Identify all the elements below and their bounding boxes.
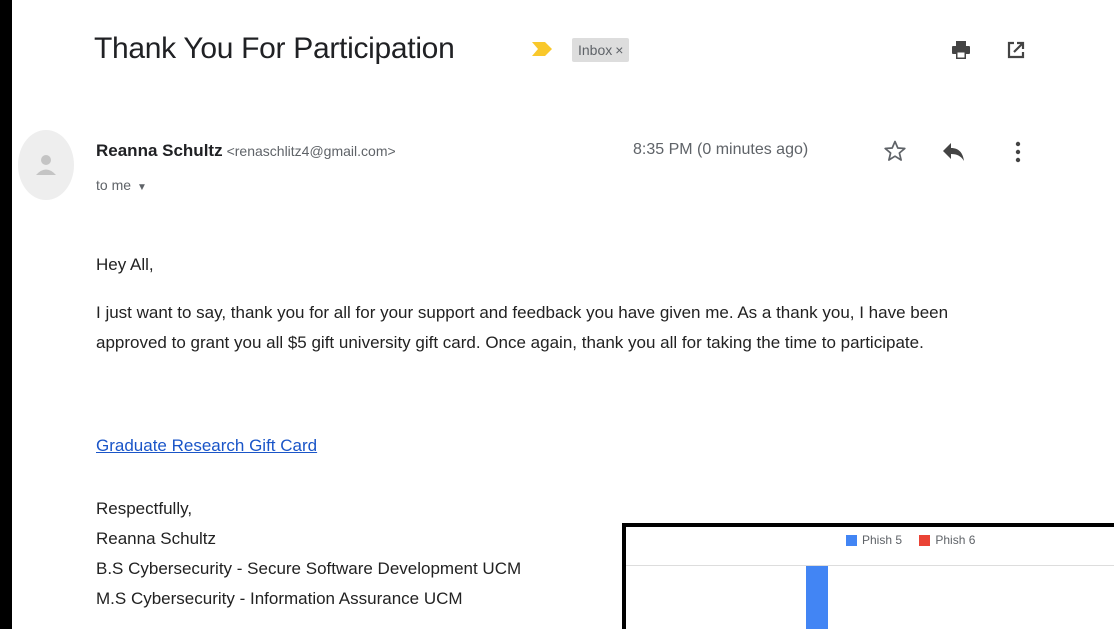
print-icon[interactable] bbox=[951, 40, 971, 60]
legend-item-phish-6: Phish 6 bbox=[919, 533, 975, 547]
open-in-new-window-icon[interactable] bbox=[1006, 40, 1026, 60]
recipient-details[interactable]: to me ▼ bbox=[96, 177, 147, 193]
more-vertical-icon[interactable] bbox=[1011, 140, 1025, 164]
email-timestamp: 8:35 PM (0 minutes ago) bbox=[633, 141, 809, 158]
sender-name[interactable]: Reanna Schultz bbox=[96, 141, 223, 160]
chart-legend: Phish 5 Phish 6 bbox=[846, 533, 989, 547]
signature-line: Respectfully, bbox=[96, 499, 193, 518]
chart-bar-phish-5 bbox=[806, 566, 828, 629]
chart-gridline bbox=[626, 565, 1114, 566]
inbox-label[interactable]: Inbox × bbox=[572, 38, 630, 62]
sender: Reanna Schultz <renaschlitz4@gmail.com> bbox=[96, 141, 396, 161]
chart-overlay: Phish 5 Phish 6 bbox=[622, 523, 1114, 629]
recipient-label: to me bbox=[96, 177, 132, 193]
gift-card-link[interactable]: Graduate Research Gift Card bbox=[96, 436, 317, 456]
star-icon[interactable] bbox=[883, 139, 907, 163]
signature-line: Reanna Schultz bbox=[96, 529, 217, 548]
legend-swatch-phish-6 bbox=[919, 535, 931, 547]
signature-line: B.S Cybersecurity - Secure Software Deve… bbox=[96, 559, 522, 578]
legend-label-phish-6: Phish 6 bbox=[935, 533, 976, 547]
legend-label-phish-5: Phish 5 bbox=[862, 533, 903, 547]
legend-item-phish-5: Phish 5 bbox=[846, 533, 902, 547]
email-signature: Respectfully, Reanna Schultz B.S Cyberse… bbox=[96, 494, 521, 614]
inbox-label-text: Inbox bbox=[578, 42, 613, 58]
important-marker-icon[interactable] bbox=[532, 42, 552, 56]
email-greeting: Hey All, bbox=[96, 255, 154, 274]
remove-label-button[interactable]: × bbox=[615, 42, 623, 58]
signature-line: M.S Cybersecurity - Information Assuranc… bbox=[96, 589, 463, 608]
email-view: Thank You For Participation Inbox × Reann… bbox=[12, 0, 1114, 629]
avatar-placeholder-icon bbox=[36, 155, 56, 175]
email-body: I just want to say, thank you for all fo… bbox=[96, 303, 949, 352]
sender-email: <renaschlitz4@gmail.com> bbox=[226, 143, 396, 159]
legend-swatch-phish-5 bbox=[846, 535, 857, 547]
avatar bbox=[18, 130, 74, 200]
email-subject: Thank You For Participation bbox=[94, 32, 455, 65]
chevron-down-icon[interactable]: ▼ bbox=[137, 182, 147, 193]
reply-icon[interactable] bbox=[941, 140, 965, 162]
